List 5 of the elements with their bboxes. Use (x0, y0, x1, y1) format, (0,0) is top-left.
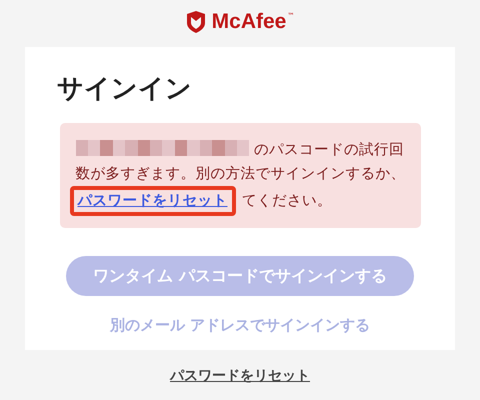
reset-password-link[interactable]: パスワードをリセット (170, 367, 310, 385)
shield-icon (186, 11, 206, 33)
page-title: サインイン (57, 73, 192, 106)
logo-text: McAfee (212, 10, 286, 34)
reset-password-link[interactable]: パスワードをリセット (70, 186, 236, 216)
